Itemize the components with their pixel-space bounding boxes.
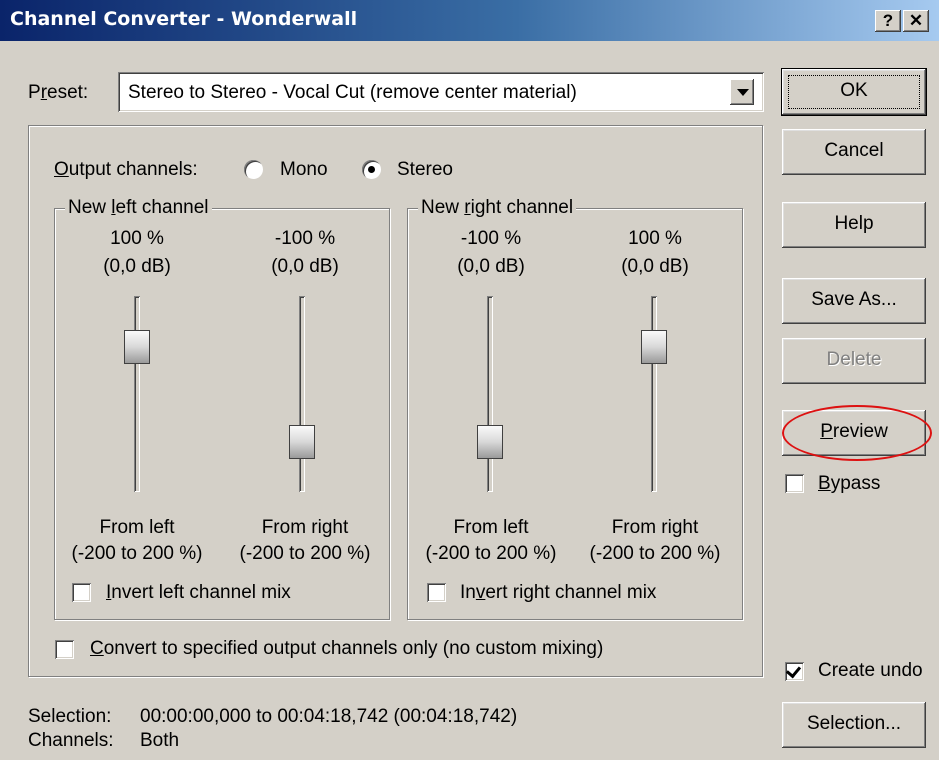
output-channels-label: Output channels: — [54, 159, 198, 180]
mono-radio[interactable] — [244, 160, 263, 179]
bypass-label: Bypass — [818, 473, 881, 494]
save-as-button[interactable]: Save As... — [782, 278, 926, 324]
channels-status-value: Both — [140, 730, 180, 751]
invert-left-label: Invert left channel mix — [106, 582, 291, 603]
right-from-left-percent: -100 % — [460, 228, 522, 249]
left-from-left-label: From left — [99, 517, 175, 538]
left-from-left-db: (0,0 dB) — [103, 256, 171, 277]
right-from-left-db: (0,0 dB) — [457, 256, 525, 277]
chevron-down-icon[interactable] — [730, 79, 754, 105]
bypass-checkbox[interactable] — [785, 474, 804, 493]
mono-label: Mono — [280, 159, 328, 180]
help-button[interactable]: Help — [782, 202, 926, 248]
selection-button[interactable]: Selection... — [782, 702, 926, 748]
right-from-right-range: (-200 to 200 %) — [589, 543, 721, 564]
left-from-right-slider-track[interactable] — [299, 296, 305, 492]
window-title: Channel Converter - Wonderwall — [10, 8, 358, 30]
preset-value: Stereo to Stereo - Vocal Cut (remove cen… — [128, 82, 577, 103]
channels-status-label: Channels: — [28, 730, 114, 751]
left-from-left-slider-thumb[interactable] — [124, 330, 150, 364]
invert-right-checkbox[interactable] — [427, 583, 446, 602]
create-undo-checkbox[interactable] — [785, 662, 804, 681]
delete-button: Delete — [782, 338, 926, 384]
cancel-button[interactable]: Cancel — [782, 129, 926, 175]
right-from-left-slider-track[interactable] — [487, 296, 493, 492]
left-from-left-percent: 100 % — [110, 228, 164, 249]
help-question-icon[interactable]: ? — [875, 10, 901, 32]
right-from-right-percent: 100 % — [628, 228, 682, 249]
left-from-right-db: (0,0 dB) — [271, 256, 339, 277]
right-from-right-slider-thumb[interactable] — [641, 330, 667, 364]
right-from-left-slider-thumb[interactable] — [477, 425, 503, 459]
stereo-radio[interactable] — [362, 160, 381, 179]
invert-left-checkbox[interactable] — [72, 583, 91, 602]
ok-button[interactable]: OK — [782, 69, 926, 115]
create-undo-label: Create undo — [818, 660, 923, 681]
preview-button[interactable]: Preview — [782, 410, 926, 456]
selection-status-value: 00:00:00,000 to 00:04:18,742 (00:04:18,7… — [140, 706, 518, 727]
preset-dropdown[interactable]: Stereo to Stereo - Vocal Cut (remove cen… — [118, 72, 764, 112]
left-from-left-slider-track[interactable] — [134, 296, 140, 492]
left-channel-group-title: New left channel — [65, 197, 212, 219]
left-from-right-slider-thumb[interactable] — [289, 425, 315, 459]
left-from-left-range: (-200 to 200 %) — [71, 543, 203, 564]
right-from-left-label: From left — [453, 517, 529, 538]
close-icon[interactable]: ✕ — [903, 10, 929, 32]
right-channel-group-title: New right channel — [418, 197, 577, 219]
right-from-right-label: From right — [611, 517, 699, 538]
left-from-right-percent: -100 % — [274, 228, 336, 249]
right-from-right-slider-track[interactable] — [651, 296, 657, 492]
selection-status-label: Selection: — [28, 706, 112, 727]
convert-only-checkbox[interactable] — [55, 640, 74, 659]
right-from-left-range: (-200 to 200 %) — [425, 543, 557, 564]
invert-right-label: Invert right channel mix — [460, 582, 657, 603]
preset-label: Preset: — [28, 82, 89, 103]
right-from-right-db: (0,0 dB) — [621, 256, 689, 277]
stereo-label: Stereo — [397, 159, 453, 180]
left-from-right-range: (-200 to 200 %) — [239, 543, 371, 564]
left-from-right-label: From right — [261, 517, 349, 538]
convert-only-label: Convert to specified output channels onl… — [90, 638, 604, 659]
